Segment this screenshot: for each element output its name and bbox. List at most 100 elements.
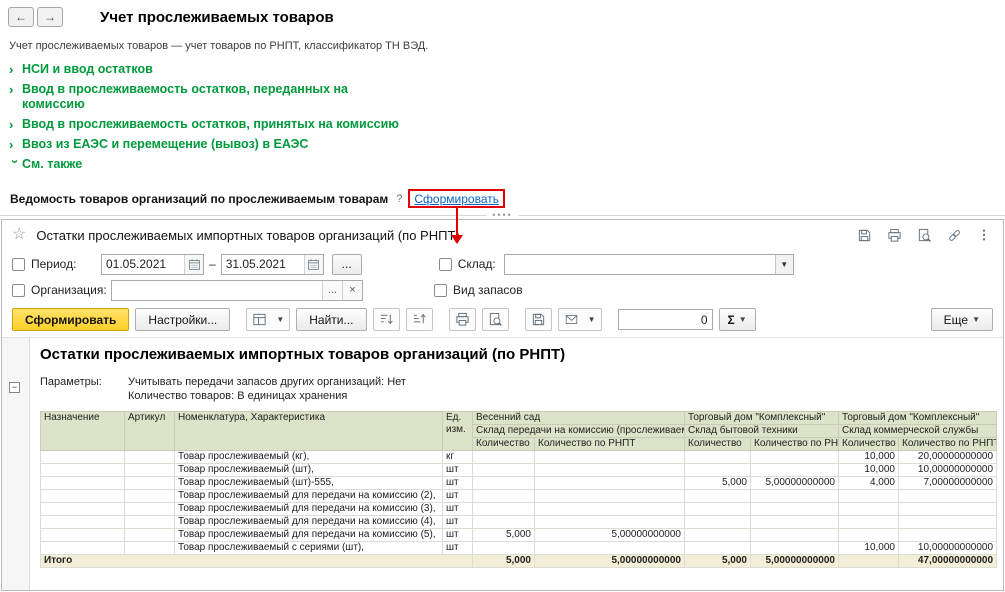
cell-rnpt-2[interactable] (751, 503, 839, 516)
clear-icon[interactable]: × (342, 281, 362, 300)
cell-qty-1[interactable] (473, 464, 535, 477)
cell-qty-3[interactable]: 4,000 (839, 477, 899, 490)
cell-naznachenie[interactable] (41, 542, 125, 555)
cell-naznachenie[interactable] (41, 490, 125, 503)
more-button[interactable]: Еще ▼ (931, 308, 993, 331)
cell-rnpt-2[interactable] (751, 529, 839, 542)
cell-unit[interactable]: шт (443, 529, 473, 542)
cell-artikul[interactable] (125, 451, 175, 464)
sort-descending-button[interactable] (373, 308, 400, 331)
cell-nomenclature[interactable]: Товар прослеживаемый для передачи на ком… (175, 503, 443, 516)
nav-link[interactable]: ›Ввоз из ЕАЭС и перемещение (вывоз) в ЕА… (9, 137, 479, 152)
nav-link[interactable]: ›См. также (9, 157, 479, 172)
cell-qty-2[interactable]: 5,000 (685, 477, 751, 490)
cell-naznachenie[interactable] (41, 451, 125, 464)
cell-rnpt-1[interactable] (535, 516, 685, 529)
cell-qty-3[interactable] (839, 490, 899, 503)
cell-qty-1[interactable] (473, 516, 535, 529)
cell-naznachenie[interactable] (41, 503, 125, 516)
find-button[interactable]: Найти... (296, 308, 366, 331)
period-from-input[interactable]: 01.05.2021 (101, 254, 204, 275)
cell-rnpt-3[interactable] (899, 503, 997, 516)
cell-nomenclature[interactable]: Товар прослеживаемый (шт)-555, (175, 477, 443, 490)
cell-rnpt-3[interactable]: 7,00000000000 (899, 477, 997, 490)
period-options-button[interactable]: ... (332, 254, 362, 275)
cell-unit[interactable]: шт (443, 490, 473, 503)
cell-qty-1[interactable]: 5,000 (473, 555, 535, 568)
save-result-button[interactable] (525, 308, 552, 331)
cell-naznachenie[interactable] (41, 529, 125, 542)
period-to-input[interactable]: 31.05.2021 (221, 254, 324, 275)
cell-nomenclature[interactable]: Товар прослеживаемый (кг), (175, 451, 443, 464)
cell-qty-2[interactable] (685, 451, 751, 464)
organization-input[interactable]: ... × (111, 280, 363, 301)
cell-nomenclature[interactable]: Товар прослеживаемый для передачи на ком… (175, 529, 443, 542)
cell-qty-3[interactable] (839, 555, 899, 568)
chevron-down-icon[interactable]: ▼ (775, 255, 793, 274)
cell-nomenclature[interactable]: Товар прослеживаемый для передачи на ком… (175, 490, 443, 503)
cell-qty-2[interactable] (685, 464, 751, 477)
cell-qty-3[interactable] (839, 529, 899, 542)
precision-input[interactable]: 0 (618, 309, 713, 330)
forward-button[interactable]: → (37, 7, 63, 27)
cell-unit[interactable]: шт (443, 542, 473, 555)
settings-button[interactable]: Настройки... (135, 308, 230, 331)
period-checkbox[interactable] (12, 258, 25, 271)
print-button[interactable] (449, 308, 476, 331)
cell-qty-1[interactable] (473, 542, 535, 555)
total-label[interactable]: Итого (41, 555, 473, 568)
cell-artikul[interactable] (125, 490, 175, 503)
calendar-icon[interactable] (304, 255, 323, 274)
sort-ascending-button[interactable] (406, 308, 433, 331)
cell-unit[interactable]: шт (443, 516, 473, 529)
cell-rnpt-3[interactable] (899, 529, 997, 542)
cell-rnpt-3[interactable]: 47,00000000000 (899, 555, 997, 568)
cell-qty-3[interactable] (839, 516, 899, 529)
cell-qty-3[interactable]: 10,000 (839, 464, 899, 477)
cell-qty-2[interactable] (685, 542, 751, 555)
cell-qty-3[interactable] (839, 503, 899, 516)
cell-artikul[interactable] (125, 516, 175, 529)
cell-naznachenie[interactable] (41, 516, 125, 529)
print-icon[interactable] (885, 227, 903, 244)
cell-qty-3[interactable]: 10,000 (839, 451, 899, 464)
generate-report-link[interactable]: Сформировать (414, 192, 499, 206)
cell-qty-1[interactable] (473, 477, 535, 490)
cell-unit[interactable]: шт (443, 464, 473, 477)
cell-rnpt-2[interactable] (751, 516, 839, 529)
cell-rnpt-3[interactable]: 10,00000000000 (899, 542, 997, 555)
cell-rnpt-3[interactable] (899, 490, 997, 503)
cell-rnpt-3[interactable] (899, 516, 997, 529)
help-icon[interactable]: ? (396, 193, 402, 205)
cell-nomenclature[interactable]: Товар прослеживаемый (шт), (175, 464, 443, 477)
cell-rnpt-2[interactable]: 5,00000000000 (751, 555, 839, 568)
cell-qty-2[interactable] (685, 503, 751, 516)
warehouse-checkbox[interactable] (439, 258, 452, 271)
choose-button[interactable]: ... (322, 281, 342, 300)
cell-unit[interactable]: шт (443, 503, 473, 516)
cell-rnpt-2[interactable] (751, 451, 839, 464)
nav-link[interactable]: ›Ввод в прослеживаемость остатков, перед… (9, 82, 479, 112)
cell-naznachenie[interactable] (41, 477, 125, 490)
collapse-group-icon[interactable]: − (9, 382, 20, 393)
cell-rnpt-2[interactable]: 5,00000000000 (751, 477, 839, 490)
report-variants-button[interactable]: ▼ (246, 308, 290, 331)
cell-nomenclature[interactable]: Товар прослеживаемый с сериями (шт), (175, 542, 443, 555)
cell-qty-2[interactable] (685, 516, 751, 529)
generate-button[interactable]: Сформировать (12, 308, 129, 331)
cell-rnpt-1[interactable] (535, 490, 685, 503)
cell-rnpt-1[interactable] (535, 477, 685, 490)
cell-qty-2[interactable]: 5,000 (685, 555, 751, 568)
cell-artikul[interactable] (125, 464, 175, 477)
cell-qty-2[interactable] (685, 490, 751, 503)
save-icon[interactable] (855, 227, 873, 244)
cell-rnpt-1[interactable]: 5,00000000000 (535, 555, 685, 568)
cell-qty-3[interactable]: 10,000 (839, 542, 899, 555)
cell-qty-1[interactable]: 5,000 (473, 529, 535, 542)
stock-type-checkbox[interactable] (434, 284, 447, 297)
sum-button[interactable]: Σ ▼ (719, 308, 756, 331)
cell-rnpt-3[interactable]: 20,00000000000 (899, 451, 997, 464)
cell-qty-1[interactable] (473, 503, 535, 516)
cell-artikul[interactable] (125, 477, 175, 490)
print-preview-button[interactable] (482, 308, 509, 331)
